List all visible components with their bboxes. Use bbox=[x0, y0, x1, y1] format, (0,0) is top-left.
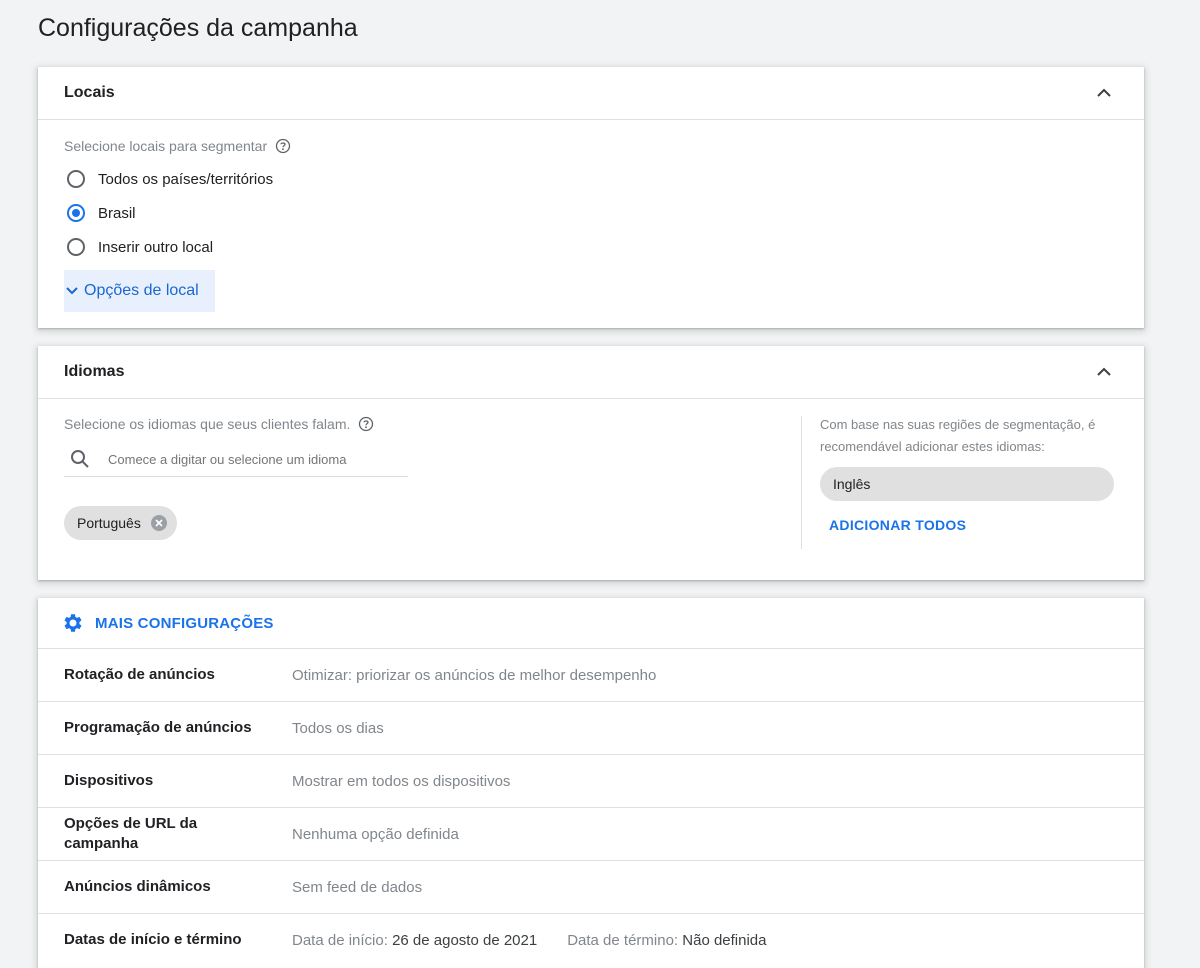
radio-brasil[interactable]: Brasil bbox=[64, 196, 1118, 230]
vertical-divider bbox=[801, 416, 802, 549]
row-label: Anúncios dinâmicos bbox=[64, 878, 211, 895]
row-label: Dispositivos bbox=[64, 772, 154, 789]
start-date-value: 26 de agosto de 2021 bbox=[392, 931, 538, 949]
remove-chip-icon[interactable] bbox=[150, 515, 167, 531]
recommended-language-chip[interactable]: Inglês bbox=[820, 467, 1114, 501]
radio-button[interactable] bbox=[67, 170, 85, 188]
search-icon bbox=[71, 450, 89, 468]
row-label: Datas de início e término bbox=[64, 931, 242, 948]
locais-header[interactable]: Locais bbox=[38, 67, 1144, 120]
radio-button-checked[interactable] bbox=[67, 204, 85, 222]
start-date-label: Data de início: bbox=[292, 931, 388, 949]
language-chip: Português bbox=[64, 506, 177, 540]
idiomas-header[interactable]: Idiomas bbox=[38, 346, 1144, 399]
locais-title: Locais bbox=[64, 84, 115, 101]
idiomas-prompt: Selecione os idiomas que seus clientes f… bbox=[64, 416, 351, 432]
idiomas-card: Idiomas Selecione os idiomas que seus cl… bbox=[38, 346, 1144, 580]
more-settings-card: MAIS CONFIGURAÇÕES Rotação de anúncios O… bbox=[38, 598, 1144, 968]
page-title: Configurações da campanha bbox=[38, 14, 358, 42]
radio-label: Todos os países/territórios bbox=[98, 170, 274, 188]
settings-row-devices[interactable]: Dispositivos Mostrar em todos os disposi… bbox=[38, 754, 1144, 807]
collapse-idiomas-button[interactable] bbox=[1090, 358, 1118, 386]
radio-todos-paises[interactable]: Todos os países/territórios bbox=[64, 162, 1118, 196]
language-search[interactable] bbox=[64, 442, 408, 477]
row-value: Mostrar em todos os dispositivos bbox=[292, 772, 511, 790]
more-settings-header[interactable]: MAIS CONFIGURAÇÕES bbox=[38, 598, 1144, 648]
row-value: Nenhuma opção definida bbox=[292, 825, 459, 843]
collapse-locais-button[interactable] bbox=[1090, 79, 1118, 107]
chevron-up-icon bbox=[1097, 88, 1111, 97]
recommend-text: Com base nas suas regiões de segmentação… bbox=[820, 417, 1096, 454]
locais-prompt: Selecione locais para segmentar bbox=[64, 138, 268, 154]
row-value: Sem feed de dados bbox=[292, 878, 423, 896]
settings-row-dynamic-ads[interactable]: Anúncios dinâmicos Sem feed de dados bbox=[38, 860, 1144, 913]
row-label: Rotação de anúncios bbox=[64, 666, 215, 683]
help-icon[interactable] bbox=[358, 416, 374, 432]
radio-label: Brasil bbox=[98, 204, 136, 222]
language-search-input[interactable] bbox=[106, 450, 400, 468]
location-options-label: Opções de local bbox=[84, 282, 199, 299]
radio-inserir-local[interactable]: Inserir outro local bbox=[64, 230, 1118, 264]
chevron-up-icon bbox=[1097, 367, 1111, 376]
start-date: Data de início: 26 de agosto de 2021 bbox=[292, 932, 537, 949]
row-label: Programação de anúncios bbox=[64, 719, 252, 736]
settings-row-dates[interactable]: Datas de início e término Data de início… bbox=[38, 913, 1144, 966]
recommended-language-label: Inglês bbox=[833, 476, 871, 492]
radio-label: Inserir outro local bbox=[98, 238, 214, 256]
add-all-button[interactable]: ADICIONAR TODOS bbox=[829, 517, 966, 533]
settings-row-ad-schedule[interactable]: Programação de anúncios Todos os dias bbox=[38, 701, 1144, 754]
end-date-label: Data de término: bbox=[567, 931, 679, 949]
help-icon[interactable] bbox=[275, 138, 291, 154]
settings-row-ad-rotation[interactable]: Rotação de anúncios Otimizar: priorizar … bbox=[38, 648, 1144, 701]
radio-button[interactable] bbox=[67, 238, 85, 256]
gear-icon bbox=[64, 614, 82, 632]
settings-row-url-options[interactable]: Opções de URL da campanha Nenhuma opção … bbox=[38, 807, 1144, 860]
end-date: Data de término: Não definida bbox=[567, 932, 766, 949]
row-value: Todos os dias bbox=[292, 719, 384, 737]
chip-label: Português bbox=[77, 515, 141, 531]
row-label: Opções de URL da campanha bbox=[64, 815, 198, 852]
row-value: Otimizar: priorizar os anúncios de melho… bbox=[292, 666, 657, 684]
chevron-down-icon bbox=[66, 287, 78, 295]
idiomas-title: Idiomas bbox=[64, 363, 125, 380]
location-options-toggle[interactable]: Opções de local bbox=[64, 270, 215, 312]
locais-card: Locais Selecione locais para segmentar T… bbox=[38, 67, 1144, 328]
end-date-value: Não definida bbox=[682, 931, 767, 949]
more-settings-title: MAIS CONFIGURAÇÕES bbox=[95, 614, 274, 632]
